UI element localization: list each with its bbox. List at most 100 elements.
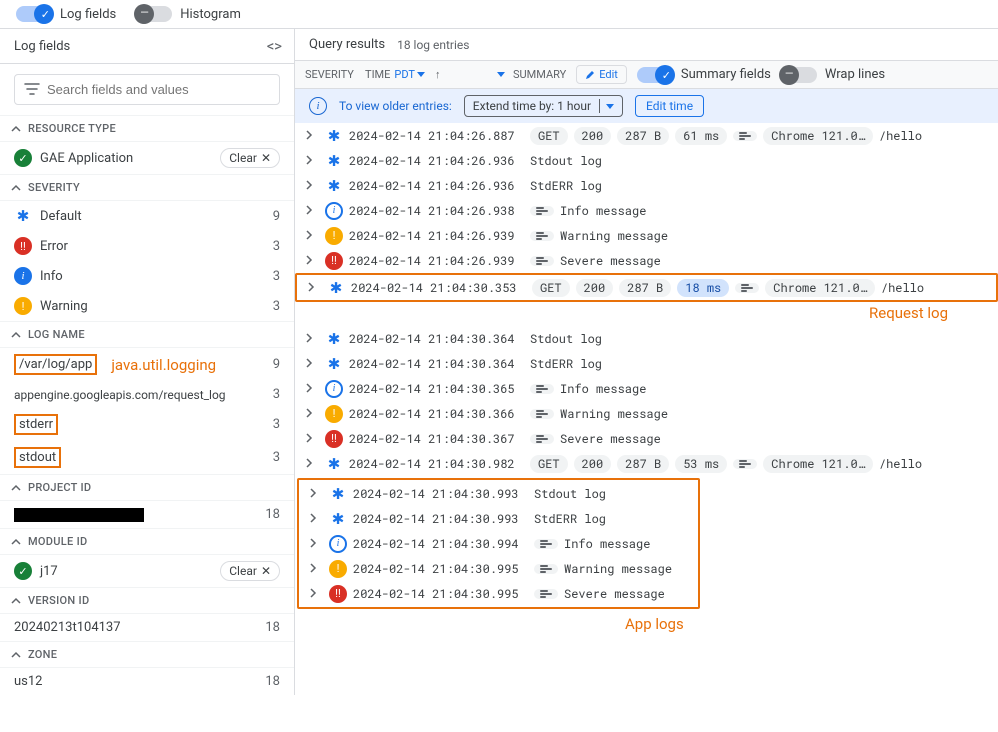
module-id-header[interactable]: MODULE ID xyxy=(0,528,294,555)
http-method: GET xyxy=(530,455,568,473)
chevron-right-icon[interactable] xyxy=(309,562,323,576)
sort-asc-icon[interactable]: ↑ xyxy=(435,68,441,81)
module-id-row[interactable]: ✓ j17 Clear ✕ xyxy=(0,555,294,587)
log-row[interactable]: i2024-02-14 21:04:26.938Info message xyxy=(295,198,998,223)
log-message: Stdout log xyxy=(534,486,606,502)
chevron-right-icon[interactable] xyxy=(305,254,319,268)
chevron-right-icon[interactable] xyxy=(307,281,321,295)
chevron-right-icon[interactable] xyxy=(305,229,319,243)
log-row[interactable]: ✱2024-02-14 21:04:30.364Stdout log xyxy=(295,326,998,351)
log-name-header[interactable]: LOG NAME xyxy=(0,321,294,348)
chevron-right-icon[interactable] xyxy=(305,154,319,168)
version-id-header[interactable]: VERSION ID xyxy=(0,587,294,614)
resource-name: GAE Application xyxy=(40,151,133,166)
clear-module-chip[interactable]: Clear ✕ xyxy=(220,561,280,581)
request-path: /hello xyxy=(879,128,922,144)
summary-fields-toggle[interactable]: ✓ xyxy=(637,67,673,83)
default-icon: ✱ xyxy=(14,207,32,225)
chevron-right-icon[interactable] xyxy=(309,512,323,526)
caret-down-icon xyxy=(417,72,425,78)
log-name-stderr[interactable]: stderr 3 xyxy=(0,408,294,441)
log-row[interactable]: ✱2024-02-14 21:04:30.993Stdout log xyxy=(299,481,698,506)
resource-gae-row[interactable]: ✓ GAE Application Clear ✕ xyxy=(0,142,294,174)
edit-summary-button[interactable]: Edit xyxy=(576,65,627,84)
chevron-right-icon[interactable] xyxy=(305,357,319,371)
annotation-app-logs: App logs xyxy=(625,615,684,633)
log-message: StdERR log xyxy=(530,178,602,194)
chevron-right-icon[interactable] xyxy=(309,587,323,601)
clear-resource-chip[interactable]: Clear ✕ xyxy=(220,148,280,168)
log-row[interactable]: !!2024-02-14 21:04:30.995Severe message xyxy=(299,581,698,606)
log-row[interactable]: ✱2024-02-14 21:04:30.364StdERR log xyxy=(295,351,998,376)
lines-icon xyxy=(530,256,554,266)
caret-down-icon[interactable] xyxy=(497,72,505,78)
chevron-right-icon[interactable] xyxy=(305,382,319,396)
log-row[interactable]: ✱2024-02-14 21:04:26.887GET200287 B61 ms… xyxy=(295,123,998,148)
zone-header[interactable]: ZONE xyxy=(0,641,294,668)
log-row[interactable]: !2024-02-14 21:04:30.366Warning message xyxy=(295,401,998,426)
chevron-right-icon[interactable] xyxy=(309,537,323,551)
log-name-var-log-app[interactable]: /var/log/app java.util.logging 9 xyxy=(0,348,294,381)
close-icon: ✕ xyxy=(261,151,271,165)
severity-header[interactable]: SEVERITY xyxy=(0,174,294,201)
chevron-right-icon[interactable] xyxy=(305,432,319,446)
chevron-right-icon[interactable] xyxy=(309,487,323,501)
histogram-toggle[interactable]: — xyxy=(136,6,172,22)
chevron-right-icon[interactable] xyxy=(305,129,319,143)
log-row[interactable]: i2024-02-14 21:04:30.365Info message xyxy=(295,376,998,401)
log-row[interactable]: i 2024-02-14 21:04:30.994 Info message xyxy=(299,531,698,556)
caret-down-icon xyxy=(606,104,614,110)
http-status: 200 xyxy=(574,455,612,473)
histogram-toggle-label: Histogram xyxy=(180,7,241,22)
timestamp: 2024-02-14 21:04:30.995 xyxy=(353,561,528,577)
timestamp: 2024-02-14 21:04:30.994 xyxy=(353,536,528,552)
log-row[interactable]: ✱2024-02-14 21:04:30.353GET200287 B18 ms… xyxy=(297,275,996,300)
version-id-row[interactable]: 20240213t104137 18 xyxy=(0,614,294,641)
log-message: Info message xyxy=(560,381,646,397)
timestamp: 2024-02-14 21:04:26.887 xyxy=(349,128,524,144)
timezone-select[interactable]: PDT xyxy=(394,68,425,81)
warning-icon: ! xyxy=(329,560,347,578)
wrap-lines-toggle-group: — Wrap lines xyxy=(781,67,885,83)
timestamp: 2024-02-14 21:04:30.364 xyxy=(349,356,524,372)
search-input[interactable] xyxy=(14,74,280,105)
log-row[interactable]: !!2024-02-14 21:04:30.367Severe message xyxy=(295,426,998,451)
log-row[interactable]: !2024-02-14 21:04:30.995Warning message xyxy=(299,556,698,581)
project-id-row[interactable]: 18 xyxy=(0,501,294,528)
chevron-right-icon[interactable] xyxy=(305,204,319,218)
chevron-right-icon[interactable] xyxy=(305,457,319,471)
log-message: Info message xyxy=(564,536,650,552)
expand-collapse-icon[interactable]: < > xyxy=(267,37,280,55)
log-row[interactable]: !!2024-02-14 21:04:26.939Severe message xyxy=(295,248,998,273)
severity-info[interactable]: i Info 3 xyxy=(0,261,294,291)
chevron-right-icon[interactable] xyxy=(305,332,319,346)
log-name-request-log[interactable]: appengine.googleapis.com/request_log 3 xyxy=(0,381,294,408)
severity-error[interactable]: !! Error 3 xyxy=(0,231,294,261)
severity-default[interactable]: ✱ Default 9 xyxy=(0,201,294,231)
project-id-header[interactable]: PROJECT ID xyxy=(0,474,294,501)
summary-fields-toggle-group: ✓ Summary fields xyxy=(637,67,771,83)
lines-icon xyxy=(534,589,558,599)
chevron-right-icon[interactable] xyxy=(305,407,319,421)
log-row[interactable]: ✱2024-02-14 21:04:26.936Stdout log xyxy=(295,148,998,173)
log-row[interactable]: ✱2024-02-14 21:04:30.993StdERR log xyxy=(299,506,698,531)
info-icon: i xyxy=(329,535,347,553)
extend-time-button[interactable]: Extend time by: 1 hour xyxy=(464,95,623,117)
log-row[interactable]: ✱2024-02-14 21:04:26.936StdERR log xyxy=(295,173,998,198)
histogram-toggle-group: — Histogram xyxy=(136,6,241,22)
log-row[interactable]: !2024-02-14 21:04:26.939Warning message xyxy=(295,223,998,248)
annotation-group: ✱2024-02-14 21:04:30.993Stdout log✱2024-… xyxy=(297,478,700,609)
lines-icon xyxy=(530,409,554,419)
chevron-right-icon[interactable] xyxy=(305,179,319,193)
log-fields-toggle[interactable]: ✓ xyxy=(16,6,52,22)
resource-type-header[interactable]: RESOURCE TYPE xyxy=(0,115,294,142)
log-name-stdout[interactable]: stdout 3 xyxy=(0,441,294,474)
top-bar: ✓ Log fields — Histogram xyxy=(0,0,998,29)
severity-warning[interactable]: ! Warning 3 xyxy=(0,291,294,321)
edit-time-button[interactable]: Edit time xyxy=(635,95,704,117)
entry-count: 18 log entries xyxy=(397,38,469,52)
log-message: Severe message xyxy=(564,586,665,602)
zone-row[interactable]: us12 18 xyxy=(0,668,294,695)
wrap-lines-toggle[interactable]: — xyxy=(781,67,817,83)
log-row[interactable]: ✱2024-02-14 21:04:30.982GET200287 B53 ms… xyxy=(295,451,998,476)
